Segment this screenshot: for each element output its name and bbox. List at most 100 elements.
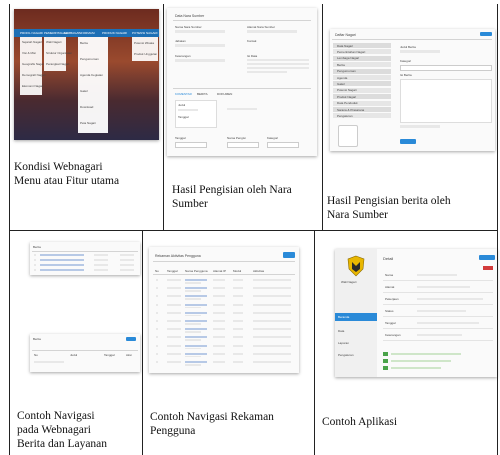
- toolbar-input[interactable]: [400, 65, 492, 71]
- delete-button[interactable]: [483, 266, 493, 270]
- row-index: [156, 352, 158, 355]
- sidebar-item[interactable]: Laporan: [338, 341, 349, 345]
- note-line: [391, 367, 441, 369]
- row-index: [34, 254, 36, 256]
- sidebar-item[interactable]: Pemerintahan Nagari: [333, 49, 391, 55]
- row-date: [167, 303, 181, 306]
- row-index: [34, 269, 36, 271]
- row-user[interactable]: [185, 328, 207, 331]
- print-button[interactable]: [283, 252, 295, 258]
- sidebar-item[interactable]: Pengaturan: [338, 353, 354, 357]
- row-user[interactable]: [185, 320, 207, 322]
- caption-line: Contoh Navigasi: [17, 410, 95, 422]
- sidebar-item[interactable]: Pengaturan: [333, 113, 391, 119]
- tab-berita[interactable]: BERITA: [197, 92, 208, 96]
- menu-profil[interactable]: PROFIL NAGARI: [20, 31, 43, 35]
- row-activity: [253, 361, 291, 363]
- sidebar-item-active[interactable]: Beranda: [335, 313, 377, 321]
- row-title[interactable]: [40, 269, 84, 271]
- dropdown-item[interactable]: Agenda Kegiatan: [80, 73, 103, 77]
- sidebar-item[interactable]: Data Penduduk: [333, 100, 391, 106]
- sidebar-item[interactable]: Sarana & Prasarana: [333, 107, 391, 112]
- field-label: Alamat: [385, 285, 395, 289]
- dropdown-item[interactable]: Peta Nagari: [80, 121, 96, 125]
- caption-line: Hasil Pengisian oleh Nara: [172, 184, 292, 196]
- dropdown-item[interactable]: Demografi Nagari: [22, 73, 46, 77]
- menu-informasi[interactable]: INFORMASI: [78, 31, 95, 35]
- col-header: No: [155, 269, 159, 273]
- row-title[interactable]: [40, 254, 84, 256]
- row-action[interactable]: [120, 269, 134, 271]
- row-user[interactable]: [185, 303, 207, 306]
- dropdown-item[interactable]: Struktur Organisasi: [46, 51, 72, 55]
- menu-produk[interactable]: PRODUK NAGARI: [102, 31, 127, 35]
- dropdown-item[interactable]: Galeri: [80, 89, 88, 93]
- note-line: [391, 360, 451, 362]
- field-value: [175, 44, 225, 47]
- save-button[interactable]: [400, 139, 416, 144]
- sidebar-item[interactable]: Agenda: [333, 75, 391, 80]
- input-box[interactable]: [227, 142, 259, 148]
- row-user[interactable]: [185, 336, 207, 339]
- row-user[interactable]: [185, 279, 207, 281]
- row-action[interactable]: [120, 259, 134, 261]
- input-box[interactable]: [267, 142, 299, 148]
- sidebar-item[interactable]: Galeri: [333, 81, 391, 87]
- dropdown-item[interactable]: Pengumuman: [80, 57, 99, 61]
- row-action[interactable]: [120, 264, 134, 266]
- row-user[interactable]: [185, 361, 207, 363]
- field-label: Isi Berita: [400, 73, 412, 77]
- screenshot-nara-sumber: Data Nara Sumber Nama Nara Sumber Alamat…: [167, 8, 317, 156]
- dropdown-item[interactable]: Produk Unggulan: [134, 52, 157, 56]
- row-title[interactable]: [40, 259, 84, 261]
- sidebar-item[interactable]: Pengumuman: [333, 68, 391, 74]
- input-box[interactable]: [175, 142, 207, 148]
- action-button[interactable]: [479, 255, 495, 260]
- divider: [383, 292, 493, 293]
- row-date: [94, 269, 108, 271]
- row-title[interactable]: [40, 264, 84, 266]
- field-label: Judul: [178, 103, 186, 107]
- field-value: [247, 30, 297, 33]
- table-divider-1-bottom: [142, 230, 143, 455]
- menu-potensi[interactable]: POTENSI NAGARI: [132, 31, 158, 35]
- dropdown-potensi: Potensi Wisata Produk Unggulan: [132, 37, 158, 61]
- sidebar-item[interactable]: Data: [338, 329, 344, 333]
- row-ip: [213, 344, 225, 347]
- field-label: Keterangan: [385, 333, 401, 337]
- row-module: [233, 303, 243, 306]
- add-button[interactable]: [480, 32, 492, 36]
- dropdown-item[interactable]: Download: [80, 105, 93, 109]
- dropdown-item[interactable]: Wali Nagari: [46, 40, 61, 44]
- dropdown-item[interactable]: Geografis Nagari: [22, 62, 45, 66]
- tab-komentar[interactable]: KOMENTAR: [175, 92, 192, 96]
- dropdown-item[interactable]: Berita: [80, 41, 88, 45]
- caption-4: Contoh Navigasi pada Webnagari Berita da…: [17, 409, 107, 451]
- row-user[interactable]: [185, 352, 207, 355]
- sidebar-item[interactable]: Produk Nagari: [333, 94, 391, 100]
- caption-line: Contoh Navigasi Rekaman: [150, 411, 274, 423]
- tab-dokumen[interactable]: DOKUMEN: [217, 92, 232, 96]
- field-label: Jabatan: [175, 39, 186, 43]
- dropdown-item[interactable]: Ekonomi Nagari: [22, 84, 43, 88]
- row-module: [233, 361, 243, 363]
- sidebar-item[interactable]: Potensi Nagari: [333, 87, 391, 93]
- row-module: [233, 328, 243, 331]
- row-ip: [213, 352, 225, 355]
- row-user[interactable]: [185, 311, 207, 314]
- dropdown-item[interactable]: Visi & Misi: [22, 51, 36, 55]
- row-user[interactable]: [185, 344, 207, 347]
- dropdown-item[interactable]: Sejarah Nagari: [22, 40, 42, 44]
- sidebar-item[interactable]: Berita: [333, 62, 391, 68]
- editor-area[interactable]: [400, 79, 492, 123]
- dropdown-item[interactable]: Perangkat Nagari: [46, 62, 69, 66]
- dropdown-item[interactable]: Potensi Wisata: [134, 41, 154, 45]
- row-user[interactable]: [185, 295, 207, 298]
- sidebar-item[interactable]: Lembaga Nagari: [333, 55, 391, 61]
- page-title: Berita: [33, 245, 41, 249]
- row-user[interactable]: [185, 287, 207, 290]
- add-button[interactable]: [126, 337, 136, 341]
- sidebar-item[interactable]: Data Nagari: [333, 43, 391, 48]
- row-action[interactable]: [120, 254, 134, 256]
- menu-lembaga[interactable]: LEMBAGA: [64, 31, 79, 35]
